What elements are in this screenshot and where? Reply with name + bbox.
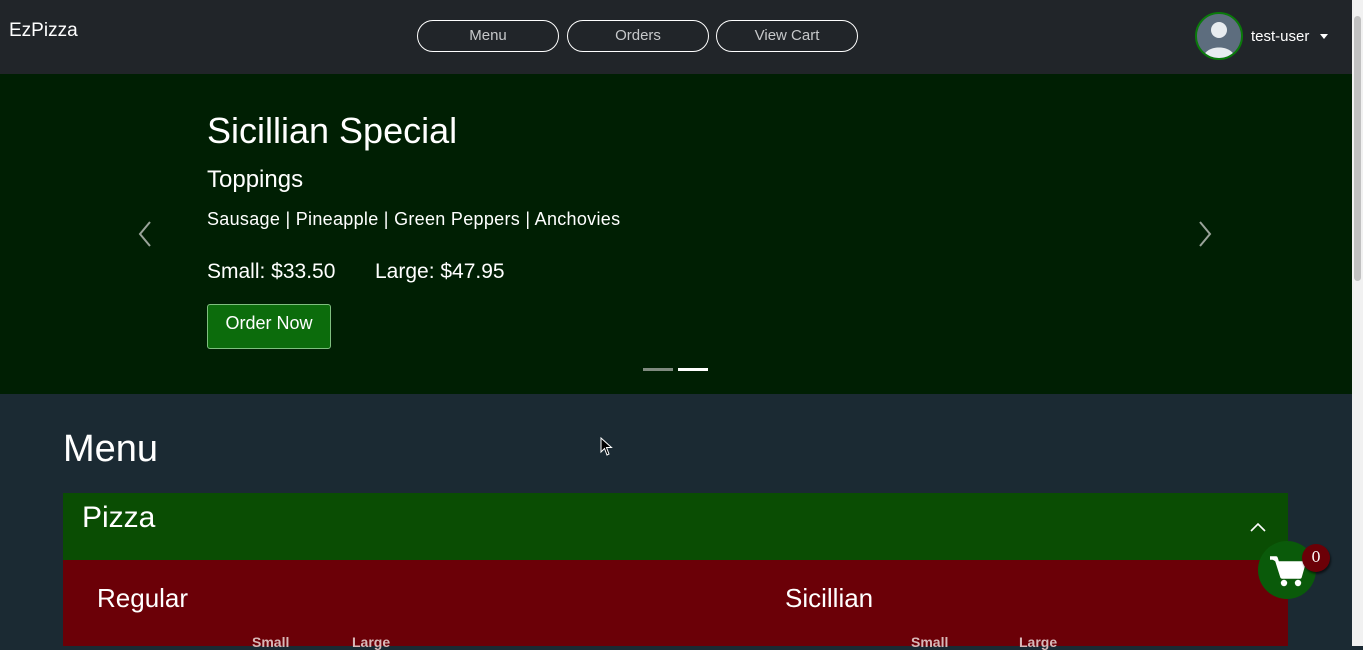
cart-count-badge: 0 <box>1302 544 1330 572</box>
carousel-next-icon[interactable] <box>1196 220 1214 253</box>
carousel-title: Sicillian Special <box>207 110 458 151</box>
carousel-subtitle: Toppings <box>207 166 304 193</box>
nav-view-cart-button[interactable]: View Cart <box>716 20 858 52</box>
user-avatar-icon[interactable] <box>1195 12 1243 60</box>
page-scrollbar[interactable] <box>1352 0 1363 646</box>
scrollbar-thumb[interactable] <box>1354 16 1361 281</box>
navbar: EzPizza Menu Orders View Cart test-user <box>0 0 1352 74</box>
carousel-toppings: Sausage | Pineapple | Green Peppers | An… <box>207 209 621 229</box>
regular-small-header: Small <box>252 634 290 650</box>
carousel-indicator-1[interactable] <box>643 368 673 371</box>
pizza-category-header[interactable]: Pizza <box>63 493 1288 560</box>
sicillian-small-header: Small <box>911 634 949 650</box>
carousel-prev-icon[interactable] <box>136 220 154 253</box>
large-price: Large: $47.95 <box>375 260 505 283</box>
regular-heading: Regular <box>97 583 189 613</box>
caret-down-icon[interactable] <box>1320 34 1328 39</box>
mouse-cursor-icon <box>600 436 614 462</box>
regular-large-header: Large <box>352 634 391 650</box>
user-menu-toggle[interactable]: test-user <box>1251 28 1309 45</box>
sicillian-heading: Sicillian <box>785 583 874 613</box>
brand-logo[interactable]: EzPizza <box>9 20 78 42</box>
nav-orders-button[interactable]: Orders <box>567 20 709 52</box>
sicillian-large-header: Large <box>1019 634 1058 650</box>
pizza-category-body: Regular Small Large Sicillian Small Larg… <box>63 560 1288 650</box>
small-price: Small: $33.50 <box>207 260 336 283</box>
category-title: Pizza <box>82 501 156 534</box>
menu-heading: Menu <box>63 428 159 470</box>
nav-menu-button[interactable]: Menu <box>417 20 559 52</box>
featured-carousel: Sicillian Special Toppings Sausage | Pin… <box>0 74 1352 394</box>
carousel-indicator-2[interactable] <box>678 368 708 371</box>
chevron-up-icon[interactable] <box>1250 519 1266 537</box>
order-now-button[interactable]: Order Now <box>207 304 331 349</box>
